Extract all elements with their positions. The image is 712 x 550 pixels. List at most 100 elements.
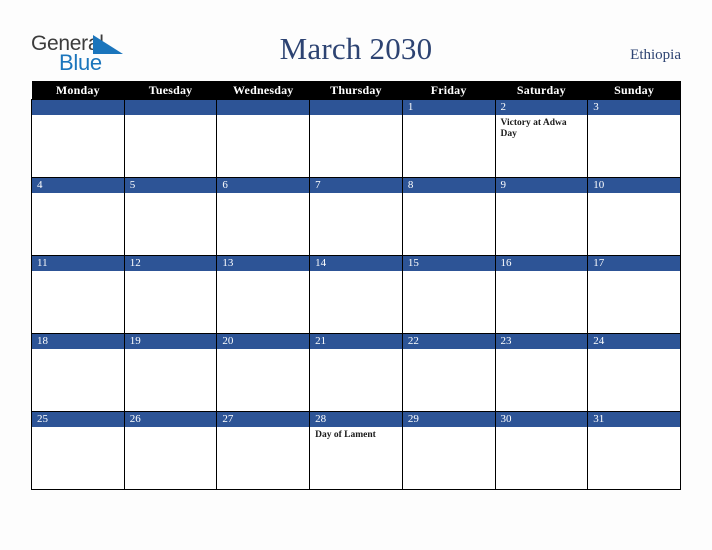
calendar-day-cell-5[interactable]: 5: [123, 177, 218, 256]
day-cell-inner: 29: [402, 412, 495, 489]
calendar-day-cell-28[interactable]: 28 Day of Lament: [309, 411, 403, 490]
date-number: 19: [124, 334, 217, 349]
calendar-day-cell-21[interactable]: 21: [309, 333, 403, 412]
date-number: 22: [402, 334, 495, 349]
calendar-day-cell-11[interactable]: 11: [31, 255, 125, 334]
date-number: 3: [588, 100, 680, 115]
calendar-day-cell-empty: [309, 99, 403, 178]
date-number: 7: [310, 178, 402, 193]
day-cell-inner: 23: [495, 334, 588, 411]
day-cell-inner: 7: [310, 178, 402, 255]
calendar-day-cell-14[interactable]: 14: [309, 255, 403, 334]
day-cell-inner: 24: [588, 334, 680, 411]
calendar-day-cell-26[interactable]: 26: [123, 411, 218, 490]
date-number: 25: [32, 412, 124, 427]
day-cell-inner: 31: [588, 412, 680, 489]
day-cell-inner: 28 Day of Lament: [310, 412, 402, 489]
calendar-day-cell-15[interactable]: 15: [401, 255, 496, 334]
calendar-day-cell-1[interactable]: 1: [401, 99, 496, 178]
day-cell-inner: 9: [495, 178, 588, 255]
date-number: 28: [310, 412, 402, 427]
weekday-header-tuesday: Tuesday: [124, 81, 217, 100]
date-number: 29: [402, 412, 495, 427]
date-number: 16: [495, 256, 588, 271]
calendar-day-cell-22[interactable]: 22: [401, 333, 496, 412]
date-number: 4: [32, 178, 124, 193]
date-number: [310, 100, 402, 115]
calendar-day-cell-6[interactable]: 6: [216, 177, 311, 256]
day-cell-inner: 14: [310, 256, 402, 333]
date-number: 5: [124, 178, 217, 193]
day-cell-inner: 25: [32, 412, 124, 489]
date-number: 14: [310, 256, 402, 271]
date-number: 18: [32, 334, 124, 349]
calendar-day-cell-19[interactable]: 19: [123, 333, 218, 412]
calendar-day-cell-3[interactable]: 3: [587, 99, 681, 178]
day-cell-inner: 5: [124, 178, 217, 255]
day-cell-inner: 16: [495, 256, 588, 333]
holiday-event: Day of Lament: [315, 430, 376, 440]
date-number: 27: [217, 412, 310, 427]
event-list: Day of Lament: [310, 427, 402, 441]
date-number: 10: [588, 178, 680, 193]
weekday-header-sunday: Sunday: [587, 81, 681, 100]
calendar-day-cell-31[interactable]: 31: [587, 411, 681, 490]
day-cell-inner: [124, 100, 217, 177]
calendar-day-cell-9[interactable]: 9: [494, 177, 589, 256]
calendar-day-cell-20[interactable]: 20: [216, 333, 311, 412]
date-number: 1: [402, 100, 495, 115]
date-number: 12: [124, 256, 217, 271]
day-cell-inner: 20: [217, 334, 310, 411]
date-number: 8: [402, 178, 495, 193]
calendar-day-cell-7[interactable]: 7: [309, 177, 403, 256]
calendar-day-cell-10[interactable]: 10: [587, 177, 681, 256]
calendar-day-cell-13[interactable]: 13: [216, 255, 311, 334]
calendar-day-cell-2[interactable]: 2 Victory at Adwa Day: [494, 99, 589, 178]
day-cell-inner: 18: [32, 334, 124, 411]
day-cell-inner: 1: [402, 100, 495, 177]
calendar-week-row: 1 2 Victory at Adwa Day 3: [31, 99, 681, 178]
calendar-day-cell-25[interactable]: 25: [31, 411, 125, 490]
calendar-day-cell-empty: [216, 99, 311, 178]
calendar-grid: Monday Tuesday Wednesday Thursday Friday Satu…: [31, 81, 681, 490]
date-number: 11: [32, 256, 124, 271]
day-cell-inner: 15: [402, 256, 495, 333]
date-number: 2: [495, 100, 588, 115]
date-number: 26: [124, 412, 217, 427]
calendar-day-cell-4[interactable]: 4: [31, 177, 125, 256]
date-number: 17: [588, 256, 680, 271]
day-cell-inner: 10: [588, 178, 680, 255]
calendar-day-cell-8[interactable]: 8: [401, 177, 496, 256]
day-cell-inner: 17: [588, 256, 680, 333]
day-cell-inner: 26: [124, 412, 217, 489]
day-cell-inner: 22: [402, 334, 495, 411]
weekday-header-friday: Friday: [402, 81, 496, 100]
day-cell-inner: 2 Victory at Adwa Day: [495, 100, 588, 177]
calendar-week-row: 11 12 13 14 15 16 17: [31, 255, 681, 334]
calendar-day-cell-27[interactable]: 27: [216, 411, 311, 490]
calendar-day-cell-30[interactable]: 30: [494, 411, 589, 490]
date-number: 23: [495, 334, 588, 349]
weekday-header-wednesday: Wednesday: [216, 81, 310, 100]
calendar-day-cell-29[interactable]: 29: [401, 411, 496, 490]
event-list: Victory at Adwa Day: [496, 115, 588, 140]
calendar-day-cell-23[interactable]: 23: [494, 333, 589, 412]
day-cell-inner: 30: [495, 412, 588, 489]
calendar-day-cell-12[interactable]: 12: [123, 255, 218, 334]
weekday-header-saturday: Saturday: [495, 81, 588, 100]
day-cell-inner: [32, 100, 124, 177]
calendar-day-cell-empty: [123, 99, 218, 178]
weekday-header-monday: Monday: [31, 81, 125, 100]
date-number: 31: [588, 412, 680, 427]
page-title: March 2030: [279, 31, 433, 66]
date-number: [32, 100, 124, 115]
date-number: 15: [402, 256, 495, 271]
calendar-header-row: Monday Tuesday Wednesday Thursday Friday Satu…: [31, 81, 681, 100]
day-cell-inner: 6: [217, 178, 310, 255]
date-number: 9: [495, 178, 588, 193]
calendar-day-cell-16[interactable]: 16: [494, 255, 589, 334]
calendar-day-cell-17[interactable]: 17: [587, 255, 681, 334]
calendar-day-cell-24[interactable]: 24: [587, 333, 681, 412]
date-number: [217, 100, 310, 115]
calendar-day-cell-18[interactable]: 18: [31, 333, 125, 412]
